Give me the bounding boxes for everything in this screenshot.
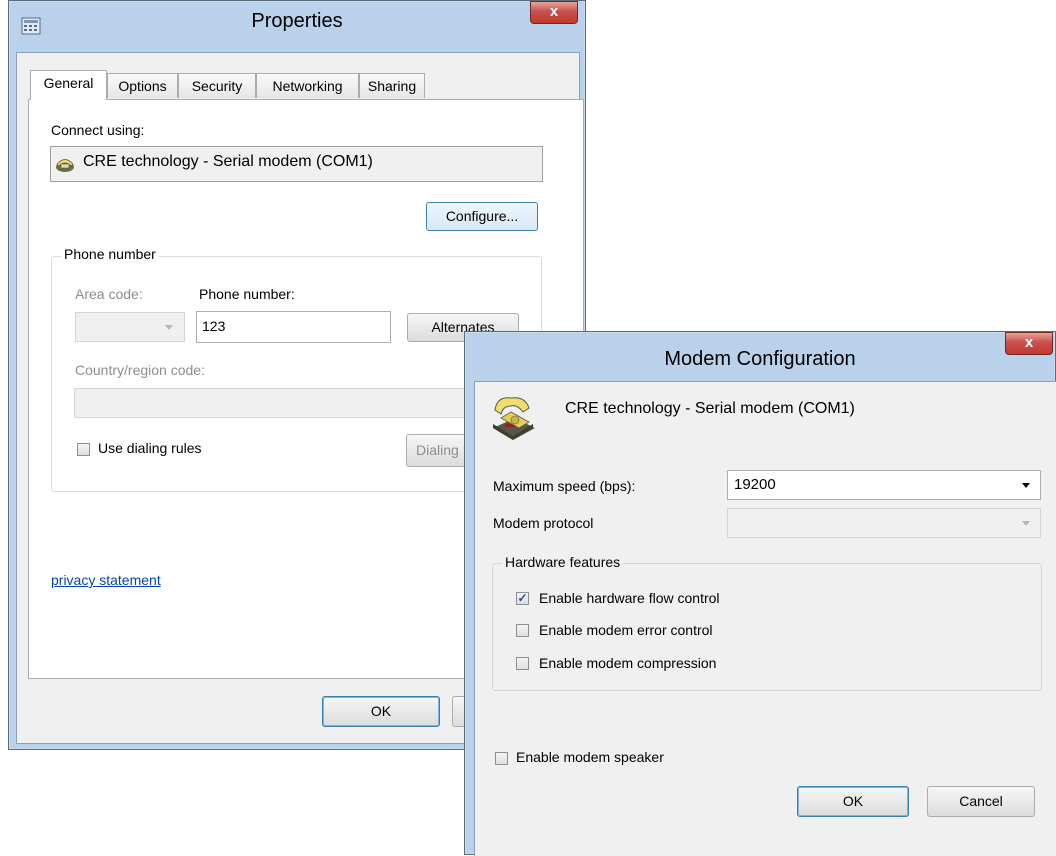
ok-button[interactable]: OK xyxy=(322,696,440,727)
use-dialing-rules-checkbox[interactable] xyxy=(77,443,90,456)
modem-speaker-label: Enable modem speaker xyxy=(516,749,664,765)
hardware-group-label: Hardware features xyxy=(502,554,624,570)
network-connection-icon xyxy=(21,17,41,35)
chevron-down-icon xyxy=(1022,483,1030,488)
modem-window-title: Modem Configuration xyxy=(664,348,856,370)
use-dialing-rules-label: Use dialing rules xyxy=(98,440,202,456)
hardware-flow-control-label: Enable hardware flow control xyxy=(539,590,720,606)
max-speed-value: 19200 xyxy=(734,476,776,493)
close-button[interactable]: x xyxy=(1005,332,1053,355)
connect-using-label: Connect using: xyxy=(51,122,145,138)
modem-phone-icon xyxy=(55,153,75,173)
close-button[interactable]: x xyxy=(530,1,578,24)
chevron-down-icon xyxy=(165,325,173,330)
modem-protocol-select[interactable] xyxy=(727,508,1041,538)
telephone-modem-icon xyxy=(487,392,539,444)
cancel-button[interactable]: Cancel xyxy=(927,786,1035,817)
tab-sharing[interactable]: Sharing xyxy=(359,73,425,98)
device-name: CRE technology - Serial modem (COM1) xyxy=(83,153,373,170)
modem-device-name: CRE technology - Serial modem (COM1) xyxy=(565,400,855,417)
tab-networking[interactable]: Networking xyxy=(256,73,359,98)
modem-error-control-checkbox[interactable] xyxy=(516,624,529,637)
area-code-combo[interactable] xyxy=(75,312,185,342)
chevron-down-icon xyxy=(1022,521,1030,526)
phone-group-label: Phone number xyxy=(61,246,159,262)
phone-number-label: Phone number: xyxy=(199,286,295,302)
configure-button[interactable]: Configure... xyxy=(426,202,538,231)
modem-speaker-checkbox[interactable] xyxy=(495,752,508,765)
modem-protocol-label: Modem protocol xyxy=(493,515,594,531)
max-speed-label: Maximum speed (bps): xyxy=(493,478,636,494)
modem-compression-label: Enable modem compression xyxy=(539,655,717,671)
phone-number-value: 123 xyxy=(202,318,226,334)
privacy-statement-link[interactable]: privacy statement xyxy=(51,572,161,588)
area-code-label: Area code: xyxy=(75,286,143,302)
max-speed-select[interactable]: 19200 xyxy=(727,470,1041,500)
tab-general[interactable]: General xyxy=(30,70,107,100)
hardware-flow-control-checkbox[interactable]: ✓ xyxy=(516,592,529,605)
tab-options[interactable]: Options xyxy=(107,73,178,98)
phone-number-field[interactable]: 123 xyxy=(196,311,391,343)
window-title: Properties xyxy=(251,10,343,32)
device-box: CRE technology - Serial modem (COM1) xyxy=(50,146,543,182)
ok-button[interactable]: OK xyxy=(797,786,909,817)
modem-error-control-label: Enable modem error control xyxy=(539,622,713,638)
country-region-field[interactable] xyxy=(74,388,474,418)
country-region-label: Country/region code: xyxy=(75,362,205,378)
modem-compression-checkbox[interactable] xyxy=(516,657,529,670)
tab-security[interactable]: Security xyxy=(178,73,256,98)
